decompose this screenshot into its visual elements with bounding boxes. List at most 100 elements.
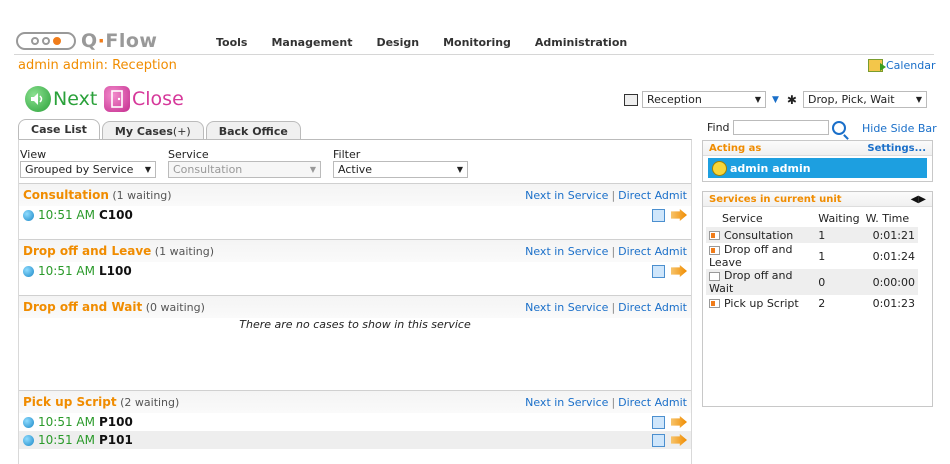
next-in-service-link[interactable]: Next in Service <box>525 189 608 202</box>
case-time: 10:51 AM <box>38 415 95 429</box>
find-input[interactable] <box>732 120 829 135</box>
unit-icon <box>624 93 638 106</box>
acting-as-label: Acting as <box>709 142 762 154</box>
row-waiting: 0 <box>815 269 863 295</box>
waiting-count: (1 waiting) <box>154 245 214 258</box>
case-row[interactable]: 10:51 AM C100 <box>19 206 691 224</box>
case-status-icon <box>23 209 34 221</box>
door-icon <box>104 86 130 112</box>
qflow-logo: Q·Flow <box>16 30 157 52</box>
case-row[interactable]: 10:51 AM P100 <box>19 413 691 431</box>
note-icon[interactable] <box>652 415 665 429</box>
service-name: Drop off and Leave <box>23 244 152 258</box>
service-status-icon <box>709 271 720 281</box>
next-in-service-link[interactable]: Next in Service <box>525 301 608 314</box>
transfer-icon[interactable] <box>671 209 687 221</box>
header-divider <box>14 54 934 55</box>
direct-admit-link[interactable]: Direct Admit <box>618 245 687 258</box>
direct-admit-link[interactable]: Direct Admit <box>618 396 687 409</box>
nav-administration[interactable]: Administration <box>535 36 627 49</box>
row-wtime: 0:00:00 <box>862 269 918 295</box>
view-label: View <box>20 148 47 161</box>
table-row[interactable]: Drop off and Leave 1 0:01:24 <box>706 243 918 269</box>
table-row[interactable]: Drop off and Wait 0 0:00:00 <box>706 269 918 295</box>
case-status-icon <box>23 265 34 277</box>
transfer-icon[interactable] <box>671 416 687 428</box>
profile-select[interactable]: Drop, Pick, Wait ▼ <box>802 91 927 108</box>
col-service: Service <box>722 211 763 225</box>
service-label: Service <box>168 148 209 161</box>
chevron-down-icon: ▼ <box>144 165 151 174</box>
next-button[interactable]: Next <box>25 86 97 112</box>
speaker-icon <box>25 86 51 112</box>
top-header: Q·Flow Tools Management Design Monitorin… <box>0 0 950 56</box>
acting-user[interactable]: admin admin <box>708 158 927 178</box>
settings-link[interactable]: Settings... <box>867 143 926 154</box>
transfer-icon[interactable] <box>671 265 687 277</box>
unit-select[interactable]: Reception ▼ <box>642 91 766 108</box>
row-wtime: 0:01:23 <box>872 296 915 310</box>
row-waiting: 1 <box>815 227 863 243</box>
filter-select[interactable]: Active ▼ <box>333 161 468 178</box>
unit-services-box: Services in current unit ◀▶ Service Wait… <box>702 191 933 407</box>
nav-design[interactable]: Design <box>376 36 419 49</box>
case-id: P100 <box>98 415 133 429</box>
calendar-icon <box>868 59 886 72</box>
row-service: Drop off and Leave <box>709 243 793 269</box>
nav-monitoring[interactable]: Monitoring <box>443 36 511 49</box>
acting-as-box: Acting as Settings... admin admin <box>702 140 933 182</box>
bug-icon: ✱ <box>786 92 797 107</box>
case-id: L100 <box>98 264 132 278</box>
calendar-link[interactable]: Calendar <box>868 59 935 72</box>
filter-arrow-icon[interactable]: ▼ <box>772 95 779 105</box>
direct-admit-link[interactable]: Direct Admit <box>618 189 687 202</box>
table-row[interactable]: Consultation 1 0:01:21 <box>706 227 918 243</box>
unit-select-value: Reception <box>647 93 702 106</box>
case-status-icon <box>23 434 34 446</box>
service-header: Consultation (1 waiting) Next in Service… <box>19 184 691 206</box>
main-nav: Tools Management Design Monitoring Admin… <box>216 36 627 49</box>
search-icon[interactable] <box>831 120 846 135</box>
acting-user-name: admin admin <box>730 161 811 175</box>
view-select[interactable]: Grouped by Service ▼ <box>20 161 156 178</box>
nav-management[interactable]: Management <box>271 36 352 49</box>
chevron-down-icon: ▼ <box>456 165 463 174</box>
chevron-down-icon: ▼ <box>309 165 316 174</box>
row-service: Drop off and Wait <box>709 269 793 295</box>
scroll-arrows-icon[interactable]: ◀▶ <box>911 194 926 205</box>
col-wtime: W. Time <box>865 211 910 225</box>
tab-case-list[interactable]: Case List <box>18 119 100 140</box>
case-time: 10:51 AM <box>38 433 95 447</box>
direct-admit-link[interactable]: Direct Admit <box>618 301 687 314</box>
close-label: Close <box>132 88 184 110</box>
user-avatar-icon <box>712 160 727 176</box>
table-row[interactable]: Pick up Script 2 0:01:23 <box>706 295 918 311</box>
profile-select-value: Drop, Pick, Wait <box>807 93 895 106</box>
case-row[interactable]: 10:51 AM L100 <box>19 262 691 280</box>
tab-my-cases[interactable]: My Cases(+) <box>101 121 204 140</box>
note-icon[interactable] <box>652 433 665 447</box>
hide-sidebar-link[interactable]: Hide Side Bar <box>862 122 937 135</box>
next-in-service-link[interactable]: Next in Service <box>525 396 608 409</box>
service-header: Drop off and Wait (0 waiting) Next in Se… <box>19 296 691 318</box>
note-icon[interactable] <box>652 208 665 222</box>
service-status-icon <box>709 245 720 255</box>
row-service: Pick up Script <box>724 296 799 310</box>
case-id: C100 <box>98 208 133 222</box>
find-label: Find <box>707 121 730 134</box>
note-icon[interactable] <box>652 264 665 278</box>
service-name: Consultation <box>23 188 109 202</box>
service-header: Drop off and Leave (1 waiting) Next in S… <box>19 240 691 262</box>
service-group-pick-up-script: Pick up Script (2 waiting) Next in Servi… <box>19 390 691 464</box>
tab-back-office[interactable]: Back Office <box>205 121 301 140</box>
close-button[interactable]: Close <box>104 86 184 112</box>
transfer-icon[interactable] <box>671 434 687 446</box>
row-wtime: 0:01:21 <box>862 227 918 243</box>
waiting-count: (2 waiting) <box>120 396 180 409</box>
view-select-value: Grouped by Service <box>25 163 134 176</box>
service-status-icon <box>709 231 720 240</box>
service-name: Pick up Script <box>23 395 117 409</box>
nav-tools[interactable]: Tools <box>216 36 247 49</box>
case-row[interactable]: 10:51 AM P101 <box>19 431 691 449</box>
next-in-service-link[interactable]: Next in Service <box>525 245 608 258</box>
